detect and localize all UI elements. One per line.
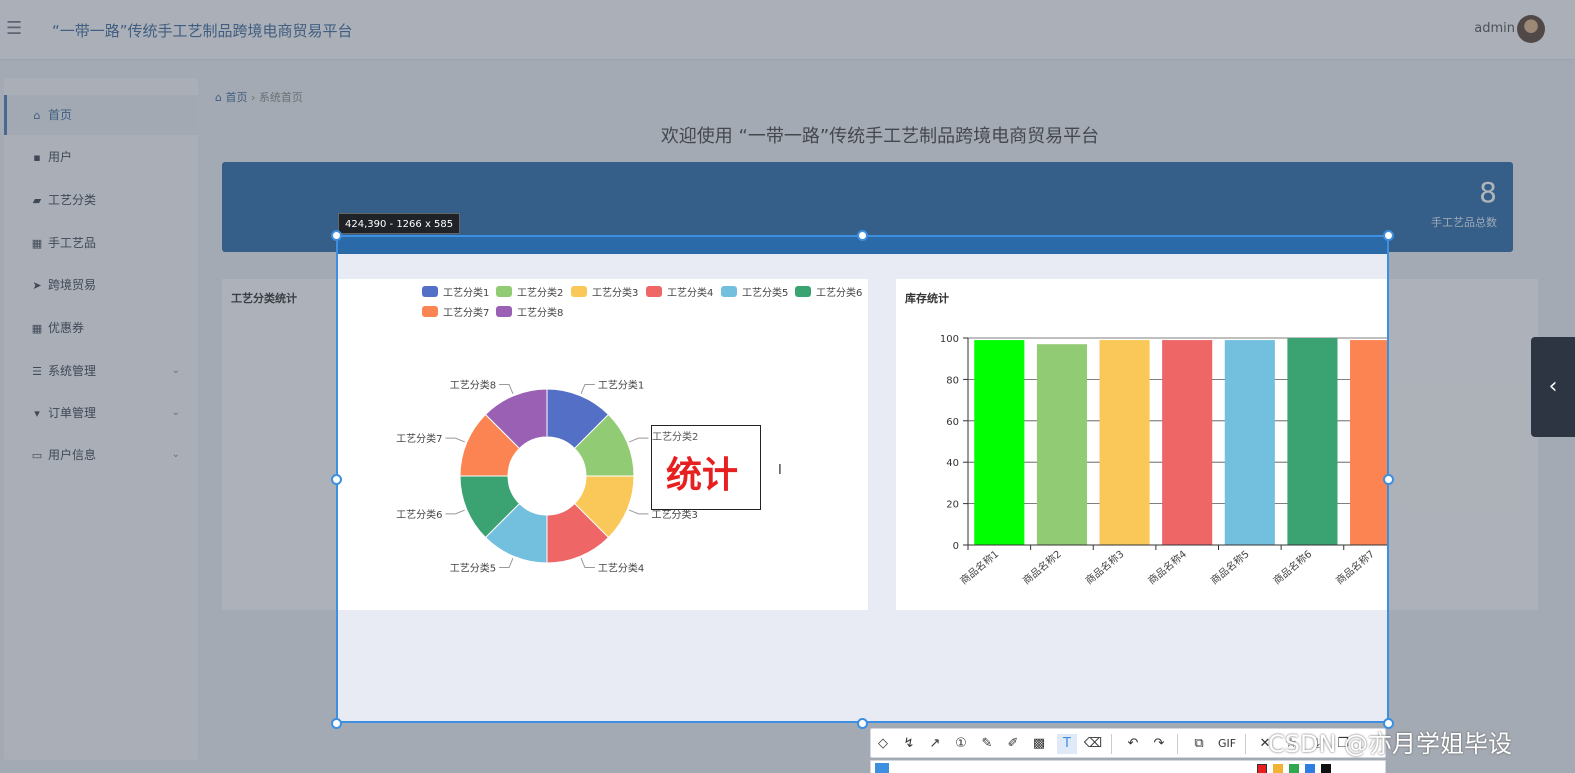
x-tick-label: 商品名称3: [1083, 547, 1127, 587]
legend-swatch: [422, 306, 438, 317]
x-tick-label: 商品名称5: [1208, 547, 1252, 587]
x-tick-label: 商品名称4: [1145, 547, 1189, 587]
polyline-tool-icon[interactable]: ↯: [899, 734, 919, 754]
number-tool-icon[interactable]: ①: [951, 734, 971, 754]
y-tick-label: 100: [940, 334, 959, 345]
resize-handle-e[interactable]: [1383, 474, 1394, 485]
donut-leader-line: [629, 509, 649, 515]
donut-slice-label: 工艺分类5: [450, 561, 496, 574]
selection-size-tooltip: 424,390 - 1266 x 585: [338, 213, 461, 234]
dim-overlay-left: [0, 235, 336, 723]
legend-swatch: [496, 306, 512, 317]
color-swatch-blue[interactable]: [1305, 764, 1315, 773]
x-tick-label: 商品名称2: [1020, 547, 1064, 587]
donut-leader-line: [580, 558, 595, 568]
legend-swatch: [422, 286, 438, 297]
gif-record-button[interactable]: GIF: [1213, 734, 1241, 754]
y-tick-label: 20: [946, 500, 959, 511]
bar: [974, 340, 1025, 545]
eraser-tool-icon[interactable]: ⌫: [1083, 734, 1103, 754]
bar-chart-card: 库存统计 0 20 40 60 80 100 商品名称1 商品名称2 商品名称3 商品名称4 商品名…: [896, 279, 1387, 610]
x-tick-label: 商品名称7: [1333, 547, 1377, 587]
legend-label: 工艺分类1: [443, 286, 489, 299]
resize-handle-n[interactable]: [857, 230, 868, 241]
y-tick-label: 0: [953, 541, 959, 552]
bar: [1224, 340, 1275, 545]
undo-icon[interactable]: ↶: [1123, 734, 1143, 754]
resize-handle-ne[interactable]: [1383, 230, 1394, 241]
donut-leader-line: [445, 509, 465, 515]
toolbar-divider: [1177, 734, 1178, 754]
donut-slice-label: 工艺分类7: [396, 432, 442, 445]
donut-leader-line: [580, 384, 595, 394]
y-tick-label: 80: [946, 375, 959, 386]
text-annotation-box[interactable]: 工艺分类2 统计: [651, 425, 761, 510]
donut-slice-label: 工艺分类8: [450, 379, 496, 392]
mosaic-tool-icon[interactable]: ▩: [1029, 734, 1049, 754]
donut-slice-label: 工艺分类4: [598, 561, 644, 574]
bar: [1350, 340, 1387, 545]
legend-label: 工艺分类6: [816, 286, 862, 299]
legend-label: 工艺分类8: [517, 306, 563, 319]
bar: [1287, 338, 1338, 545]
x-tick-label: 商品名称6: [1270, 547, 1314, 587]
donut-leader-line: [499, 384, 514, 394]
legend-label: 工艺分类3: [592, 286, 638, 299]
y-tick-label: 40: [946, 458, 959, 469]
pen-tool-icon[interactable]: ✎: [977, 734, 997, 754]
bold-toggle[interactable]: [875, 763, 889, 773]
donut-leader-line: [499, 558, 514, 568]
color-swatch-green[interactable]: [1289, 764, 1299, 773]
color-swatch-red[interactable]: [1257, 764, 1267, 773]
bar: [1162, 340, 1213, 545]
toolbar-divider: [1245, 734, 1246, 754]
donut-chart-card: 工艺分类1 工艺分类2 工艺分类3 工艺分类4 工艺分类5 工艺分类6 工艺分类7 工艺分类8…: [338, 279, 868, 610]
legend-swatch: [721, 286, 737, 297]
donut-chart: 工艺分类1 工艺分类2 工艺分类3 工艺分类4 工艺分类5 工艺分类6 工艺分类7 工艺分类8…: [396, 286, 862, 574]
donut-leader-line: [445, 437, 465, 443]
resize-handle-nw[interactable]: [331, 230, 342, 241]
shape-tool-icon[interactable]: ◇: [873, 734, 893, 754]
pin-screenshot-icon[interactable]: ⧉: [1189, 734, 1209, 754]
color-swatch-yellow[interactable]: [1273, 764, 1283, 773]
legend-swatch: [795, 286, 811, 297]
annotation-underlay-label: 工艺分类2: [652, 432, 699, 443]
donut-slice-label: 工艺分类6: [396, 508, 442, 521]
legend-label: 工艺分类5: [742, 286, 788, 299]
resize-handle-s[interactable]: [857, 718, 868, 729]
resize-handle-w[interactable]: [331, 474, 342, 485]
legend-swatch: [571, 286, 587, 297]
donut-slice-label: 工艺分类1: [598, 379, 644, 392]
color-swatch-black[interactable]: [1321, 764, 1331, 773]
capture-selection[interactable]: 工艺分类1 工艺分类2 工艺分类3 工艺分类4 工艺分类5 工艺分类6 工艺分类7 工艺分类8…: [336, 235, 1389, 723]
legend-swatch: [496, 286, 512, 297]
toolbar-divider: [1111, 734, 1112, 754]
highlighter-tool-icon[interactable]: ✐: [1003, 734, 1023, 754]
dim-overlay-right: [1389, 235, 1575, 723]
y-tick-label: 60: [946, 417, 959, 428]
arrow-tool-icon[interactable]: ↗: [925, 734, 945, 754]
legend-label: 工艺分类2: [517, 286, 563, 299]
bar-chart: 0 20 40 60 80 100 商品名称1 商品名称2 商品名称3 商品名称4 商品名称5 商品名…: [940, 334, 1387, 587]
bar: [1099, 340, 1150, 545]
donut-leader-line: [629, 437, 649, 443]
chevron-left-icon: ‹: [1548, 374, 1558, 399]
legend-swatch: [646, 286, 662, 297]
dim-overlay-top: [0, 0, 1575, 235]
bar-chart-title: 库存统计: [905, 292, 949, 305]
text-options-bar: [870, 760, 1386, 773]
annotation-text[interactable]: 统计: [666, 446, 738, 498]
redo-icon[interactable]: ↷: [1149, 734, 1169, 754]
legend-label: 工艺分类4: [667, 286, 713, 299]
text-cursor-icon: I: [778, 463, 782, 478]
text-tool-icon[interactable]: T: [1057, 734, 1077, 754]
collapse-panel-button[interactable]: ‹: [1531, 337, 1575, 437]
resize-handle-sw[interactable]: [331, 718, 342, 729]
x-tick-label: 商品名称1: [957, 547, 1001, 587]
legend-label: 工艺分类7: [443, 306, 489, 319]
watermark: CSDN @亦月学姐毕设: [1268, 730, 1513, 758]
bar: [1036, 344, 1087, 545]
